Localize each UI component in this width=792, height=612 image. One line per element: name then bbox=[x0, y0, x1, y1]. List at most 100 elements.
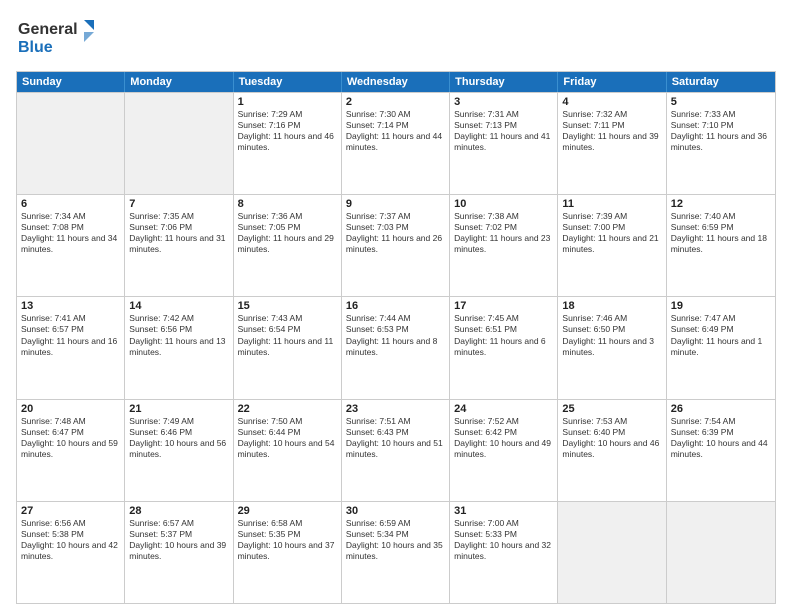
day-info: Sunrise: 7:50 AMSunset: 6:44 PMDaylight:… bbox=[238, 416, 337, 460]
day-number: 1 bbox=[238, 96, 337, 108]
day-number: 4 bbox=[562, 96, 661, 108]
day-cell: 19Sunrise: 7:47 AMSunset: 6:49 PMDayligh… bbox=[667, 297, 775, 398]
calendar-row: 1Sunrise: 7:29 AMSunset: 7:16 PMDaylight… bbox=[17, 92, 775, 194]
empty-cell bbox=[667, 502, 775, 603]
day-number: 6 bbox=[21, 198, 120, 210]
day-number: 23 bbox=[346, 403, 445, 415]
day-cell: 24Sunrise: 7:52 AMSunset: 6:42 PMDayligh… bbox=[450, 400, 558, 501]
day-info: Sunrise: 7:33 AMSunset: 7:10 PMDaylight:… bbox=[671, 109, 771, 153]
day-info: Sunrise: 7:54 AMSunset: 6:39 PMDaylight:… bbox=[671, 416, 771, 460]
day-number: 20 bbox=[21, 403, 120, 415]
day-info: Sunrise: 7:34 AMSunset: 7:08 PMDaylight:… bbox=[21, 211, 120, 255]
day-cell: 2Sunrise: 7:30 AMSunset: 7:14 PMDaylight… bbox=[342, 93, 450, 194]
day-number: 13 bbox=[21, 300, 120, 312]
calendar: SundayMondayTuesdayWednesdayThursdayFrid… bbox=[16, 71, 776, 604]
day-number: 9 bbox=[346, 198, 445, 210]
day-info: Sunrise: 6:57 AMSunset: 5:37 PMDaylight:… bbox=[129, 518, 228, 562]
weekday-header: Monday bbox=[125, 72, 233, 92]
day-info: Sunrise: 7:30 AMSunset: 7:14 PMDaylight:… bbox=[346, 109, 445, 153]
calendar-row: 20Sunrise: 7:48 AMSunset: 6:47 PMDayligh… bbox=[17, 399, 775, 501]
empty-cell bbox=[125, 93, 233, 194]
day-info: Sunrise: 6:59 AMSunset: 5:34 PMDaylight:… bbox=[346, 518, 445, 562]
day-cell: 29Sunrise: 6:58 AMSunset: 5:35 PMDayligh… bbox=[234, 502, 342, 603]
day-cell: 23Sunrise: 7:51 AMSunset: 6:43 PMDayligh… bbox=[342, 400, 450, 501]
day-number: 26 bbox=[671, 403, 771, 415]
day-cell: 31Sunrise: 7:00 AMSunset: 5:33 PMDayligh… bbox=[450, 502, 558, 603]
day-info: Sunrise: 7:37 AMSunset: 7:03 PMDaylight:… bbox=[346, 211, 445, 255]
day-number: 17 bbox=[454, 300, 553, 312]
calendar-row: 13Sunrise: 7:41 AMSunset: 6:57 PMDayligh… bbox=[17, 296, 775, 398]
day-cell: 28Sunrise: 6:57 AMSunset: 5:37 PMDayligh… bbox=[125, 502, 233, 603]
day-number: 16 bbox=[346, 300, 445, 312]
day-number: 27 bbox=[21, 505, 120, 517]
day-info: Sunrise: 7:41 AMSunset: 6:57 PMDaylight:… bbox=[21, 313, 120, 357]
calendar-header: SundayMondayTuesdayWednesdayThursdayFrid… bbox=[17, 72, 775, 92]
day-number: 25 bbox=[562, 403, 661, 415]
day-cell: 15Sunrise: 7:43 AMSunset: 6:54 PMDayligh… bbox=[234, 297, 342, 398]
day-cell: 8Sunrise: 7:36 AMSunset: 7:05 PMDaylight… bbox=[234, 195, 342, 296]
day-number: 8 bbox=[238, 198, 337, 210]
day-info: Sunrise: 7:44 AMSunset: 6:53 PMDaylight:… bbox=[346, 313, 445, 357]
empty-cell bbox=[17, 93, 125, 194]
weekday-header: Thursday bbox=[450, 72, 558, 92]
day-info: Sunrise: 7:36 AMSunset: 7:05 PMDaylight:… bbox=[238, 211, 337, 255]
day-info: Sunrise: 7:53 AMSunset: 6:40 PMDaylight:… bbox=[562, 416, 661, 460]
day-number: 11 bbox=[562, 198, 661, 210]
day-cell: 13Sunrise: 7:41 AMSunset: 6:57 PMDayligh… bbox=[17, 297, 125, 398]
day-cell: 30Sunrise: 6:59 AMSunset: 5:34 PMDayligh… bbox=[342, 502, 450, 603]
day-info: Sunrise: 7:51 AMSunset: 6:43 PMDaylight:… bbox=[346, 416, 445, 460]
day-cell: 22Sunrise: 7:50 AMSunset: 6:44 PMDayligh… bbox=[234, 400, 342, 501]
day-info: Sunrise: 6:58 AMSunset: 5:35 PMDaylight:… bbox=[238, 518, 337, 562]
day-number: 10 bbox=[454, 198, 553, 210]
day-cell: 3Sunrise: 7:31 AMSunset: 7:13 PMDaylight… bbox=[450, 93, 558, 194]
day-cell: 18Sunrise: 7:46 AMSunset: 6:50 PMDayligh… bbox=[558, 297, 666, 398]
day-info: Sunrise: 7:00 AMSunset: 5:33 PMDaylight:… bbox=[454, 518, 553, 562]
day-cell: 9Sunrise: 7:37 AMSunset: 7:03 PMDaylight… bbox=[342, 195, 450, 296]
day-info: Sunrise: 7:29 AMSunset: 7:16 PMDaylight:… bbox=[238, 109, 337, 153]
empty-cell bbox=[558, 502, 666, 603]
day-number: 31 bbox=[454, 505, 553, 517]
day-cell: 6Sunrise: 7:34 AMSunset: 7:08 PMDaylight… bbox=[17, 195, 125, 296]
day-info: Sunrise: 7:40 AMSunset: 6:59 PMDaylight:… bbox=[671, 211, 771, 255]
day-cell: 4Sunrise: 7:32 AMSunset: 7:11 PMDaylight… bbox=[558, 93, 666, 194]
day-cell: 14Sunrise: 7:42 AMSunset: 6:56 PMDayligh… bbox=[125, 297, 233, 398]
day-cell: 17Sunrise: 7:45 AMSunset: 6:51 PMDayligh… bbox=[450, 297, 558, 398]
weekday-header: Tuesday bbox=[234, 72, 342, 92]
day-number: 18 bbox=[562, 300, 661, 312]
day-number: 28 bbox=[129, 505, 228, 517]
day-number: 3 bbox=[454, 96, 553, 108]
svg-text:Blue: Blue bbox=[18, 39, 53, 56]
day-number: 30 bbox=[346, 505, 445, 517]
day-info: Sunrise: 7:46 AMSunset: 6:50 PMDaylight:… bbox=[562, 313, 661, 357]
day-info: Sunrise: 7:43 AMSunset: 6:54 PMDaylight:… bbox=[238, 313, 337, 357]
weekday-header: Wednesday bbox=[342, 72, 450, 92]
logo: General Blue bbox=[16, 16, 106, 63]
day-number: 19 bbox=[671, 300, 771, 312]
day-cell: 1Sunrise: 7:29 AMSunset: 7:16 PMDaylight… bbox=[234, 93, 342, 194]
day-number: 14 bbox=[129, 300, 228, 312]
day-number: 22 bbox=[238, 403, 337, 415]
day-info: Sunrise: 7:31 AMSunset: 7:13 PMDaylight:… bbox=[454, 109, 553, 153]
day-cell: 27Sunrise: 6:56 AMSunset: 5:38 PMDayligh… bbox=[17, 502, 125, 603]
day-info: Sunrise: 6:56 AMSunset: 5:38 PMDaylight:… bbox=[21, 518, 120, 562]
calendar-row: 6Sunrise: 7:34 AMSunset: 7:08 PMDaylight… bbox=[17, 194, 775, 296]
day-info: Sunrise: 7:52 AMSunset: 6:42 PMDaylight:… bbox=[454, 416, 553, 460]
day-cell: 20Sunrise: 7:48 AMSunset: 6:47 PMDayligh… bbox=[17, 400, 125, 501]
day-number: 21 bbox=[129, 403, 228, 415]
day-number: 29 bbox=[238, 505, 337, 517]
day-number: 2 bbox=[346, 96, 445, 108]
day-info: Sunrise: 7:45 AMSunset: 6:51 PMDaylight:… bbox=[454, 313, 553, 357]
svg-text:General: General bbox=[18, 21, 78, 38]
day-info: Sunrise: 7:35 AMSunset: 7:06 PMDaylight:… bbox=[129, 211, 228, 255]
calendar-row: 27Sunrise: 6:56 AMSunset: 5:38 PMDayligh… bbox=[17, 501, 775, 603]
day-cell: 12Sunrise: 7:40 AMSunset: 6:59 PMDayligh… bbox=[667, 195, 775, 296]
day-number: 12 bbox=[671, 198, 771, 210]
day-number: 24 bbox=[454, 403, 553, 415]
day-info: Sunrise: 7:39 AMSunset: 7:00 PMDaylight:… bbox=[562, 211, 661, 255]
page: General Blue SundayMondayTuesdayWednesda… bbox=[0, 0, 792, 612]
day-info: Sunrise: 7:38 AMSunset: 7:02 PMDaylight:… bbox=[454, 211, 553, 255]
weekday-header: Saturday bbox=[667, 72, 775, 92]
day-info: Sunrise: 7:49 AMSunset: 6:46 PMDaylight:… bbox=[129, 416, 228, 460]
day-number: 7 bbox=[129, 198, 228, 210]
day-cell: 16Sunrise: 7:44 AMSunset: 6:53 PMDayligh… bbox=[342, 297, 450, 398]
